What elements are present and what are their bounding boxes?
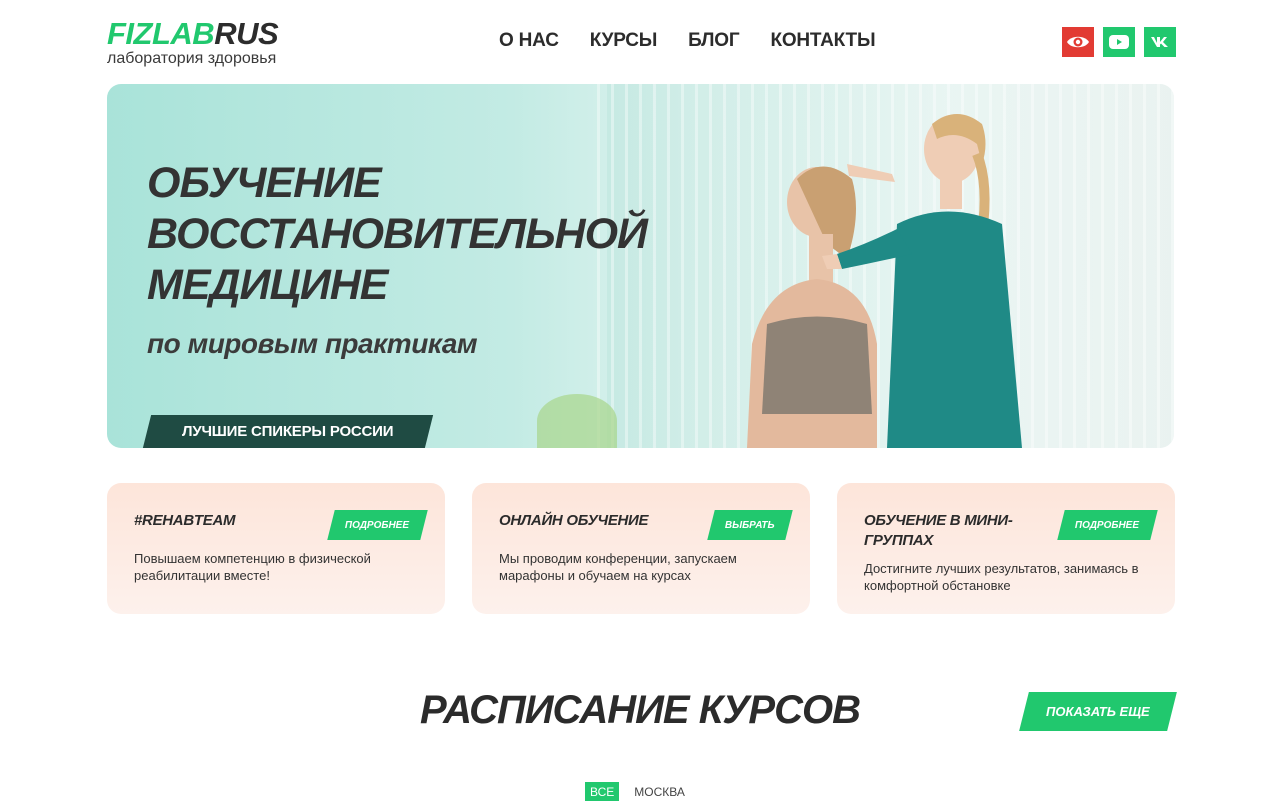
card-title-line: ОБУЧЕНИЕ В МИНИ-: [864, 512, 1013, 529]
card-title: ОНЛАЙН ОБУЧЕНИЕ: [499, 512, 649, 529]
feature-card-rehabteam: #REHABTEAM ПОДРОБНЕЕ Повышаем компетенци…: [107, 483, 445, 614]
logo-wordmark: FIZLABRUS: [107, 16, 279, 51]
accessibility-eye-button[interactable]: [1062, 27, 1094, 57]
logo[interactable]: FIZLABRUS лаборатория здоровья: [107, 16, 279, 68]
filter-all[interactable]: ВСЕ: [585, 782, 620, 801]
hero-badge: ЛУЧШИЕ СПИКЕРЫ РОССИИ: [142, 415, 434, 448]
logo-part-green: FIZLAB: [107, 16, 215, 51]
card-more-button[interactable]: ПОДРОБНЕЕ: [327, 510, 428, 540]
hero-banner: ОБУЧЕНИЕ ВОССТАНОВИТЕЛЬНОЙ МЕДИЦИНЕ по м…: [107, 84, 1174, 448]
nav-contacts[interactable]: КОНТАКТЫ: [770, 30, 875, 52]
card-button-label: ПОДРОБНЕЕ: [1075, 519, 1140, 531]
youtube-icon: [1109, 35, 1129, 49]
card-title: ОБУЧЕНИЕ В МИНИ- ГРУППАХ: [864, 511, 1013, 551]
social-links: [1062, 27, 1176, 57]
filter-moscow[interactable]: МОСКВА: [634, 785, 685, 799]
vk-button[interactable]: [1144, 27, 1176, 57]
nav-about[interactable]: О НАС: [499, 30, 559, 52]
hero-title-line: ВОССТАНОВИТЕЛЬНОЙ: [147, 210, 648, 258]
show-more-label: ПОКАЗАТЬ ЕЩЕ: [1046, 704, 1150, 719]
hero-title: ОБУЧЕНИЕ ВОССТАНОВИТЕЛЬНОЙ МЕДИЦИНЕ: [147, 158, 648, 311]
card-text: Достигните лучших результатов, занимаясь…: [864, 560, 1139, 594]
card-text-line: реабилитации вместе!: [134, 568, 270, 583]
card-title-line: ГРУППАХ: [864, 532, 934, 549]
card-text-line: марафоны и обучаем на курсах: [499, 568, 691, 583]
show-more-button[interactable]: ПОКАЗАТЬ ЕЩЕ: [1019, 692, 1177, 731]
card-text-line: Мы проводим конференции, запускаем: [499, 551, 737, 566]
nav-courses[interactable]: КУРСЫ: [590, 30, 658, 52]
hero-photo-physiotherapist: [747, 114, 1022, 448]
card-button-label: ПОДРОБНЕЕ: [345, 519, 410, 531]
hero-badge-label: ЛУЧШИЕ СПИКЕРЫ РОССИИ: [182, 423, 394, 440]
feature-card-mini-groups: ОБУЧЕНИЕ В МИНИ- ГРУППАХ ПОДРОБНЕЕ Дости…: [837, 483, 1175, 614]
card-text-line: Повышаем компетенцию в физической: [134, 551, 371, 566]
plant-decoration: [537, 394, 617, 448]
hero-subtitle: по мировым практикам: [147, 328, 478, 359]
youtube-button[interactable]: [1103, 27, 1135, 57]
card-button-label: ВЫБРАТЬ: [725, 519, 775, 531]
hero-title-line: МЕДИЦИНЕ: [147, 261, 388, 309]
feature-card-online: ОНЛАЙН ОБУЧЕНИЕ ВЫБРАТЬ Мы проводим конф…: [472, 483, 810, 614]
card-title: #REHABTEAM: [134, 512, 236, 529]
nav-blog[interactable]: БЛОГ: [688, 30, 739, 52]
card-choose-button[interactable]: ВЫБРАТЬ: [707, 510, 793, 540]
hero-title-line: ОБУЧЕНИЕ: [147, 159, 382, 207]
eye-icon: [1067, 36, 1089, 48]
logo-tagline: лаборатория здоровья: [107, 50, 277, 67]
card-text: Мы проводим конференции, запускаем мараф…: [499, 550, 737, 584]
city-filters: ВСЕ МОСКВА: [585, 782, 685, 801]
site-header: FIZLABRUS лаборатория здоровья О НАС КУР…: [0, 0, 1280, 84]
card-text-line: комфортной обстановке: [864, 578, 1011, 593]
card-text-line: Достигните лучших результатов, занимаясь…: [864, 561, 1139, 576]
vk-icon: [1151, 37, 1168, 47]
main-nav: О НАС КУРСЫ БЛОГ КОНТАКТЫ: [499, 30, 876, 52]
card-more-button[interactable]: ПОДРОБНЕЕ: [1057, 510, 1158, 540]
card-text: Повышаем компетенцию в физической реабил…: [134, 550, 371, 584]
logo-part-dark: RUS: [214, 16, 279, 51]
